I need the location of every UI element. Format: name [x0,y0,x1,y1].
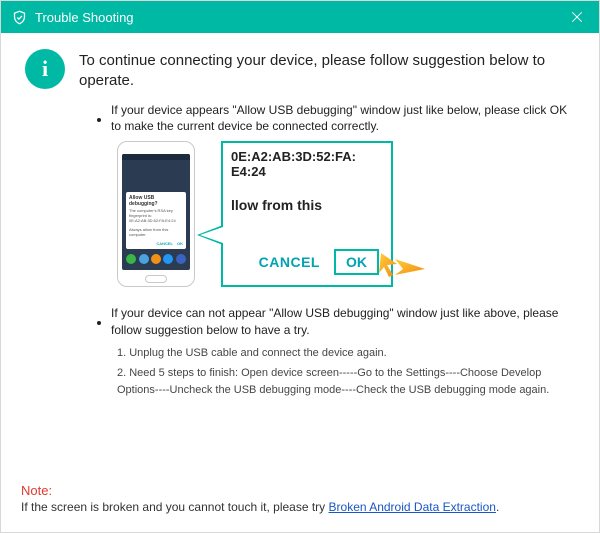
phone-home-button [145,275,167,283]
phone-dock [122,251,190,267]
intro-text: To continue connecting your device, plea… [79,49,575,92]
step-1: 1. Unplug the USB cable and connect the … [117,345,575,362]
shield-icon [11,9,27,25]
note-block: Note: If the screen is broken and you ca… [21,483,579,514]
callout-pointer [197,225,223,245]
zoom-ok-button: OK [334,249,379,275]
zoom-cancel-button: CANCEL [259,254,320,270]
bullet-dot [97,321,101,325]
phone-statusbar [122,154,190,160]
instructions: If your device appears "Allow USB debugg… [97,102,575,136]
phone-dialog-ok: OK [177,242,183,247]
dock-app-1 [126,254,136,264]
broken-android-link[interactable]: Broken Android Data Extraction [329,500,496,514]
dialog-title: Trouble Shooting [35,10,565,25]
dock-app-4 [163,254,173,264]
info-icon: i [25,49,65,89]
steps: 1. Unplug the USB cable and connect the … [117,345,575,399]
bullet-2: If your device can not appear "Allow USB… [97,305,575,339]
phone-dialog-cancel: CANCEL [156,242,173,247]
phone-mock: Allow USB debugging? The computer's RSA … [117,141,195,287]
titlebar: Trouble Shooting [1,1,599,33]
zoom-mac-line1: 0E:A2:AB:3D:52:FA: [231,149,383,164]
dock-app-5 [176,254,186,264]
close-button[interactable] [565,5,589,29]
intro-row: i To continue connecting your device, pl… [25,49,575,92]
phone-dialog-title: Allow USB debugging? [129,195,183,207]
note-label: Note: [21,483,579,498]
dock-app-2 [139,254,149,264]
instructions-2: If your device can not appear "Allow USB… [97,305,575,339]
phone-dialog: Allow USB debugging? The computer's RSA … [126,192,186,249]
content-area: i To continue connecting your device, pl… [1,33,599,410]
zoom-dialog: 0E:A2:AB:3D:52:FA: E4:24 llow from this … [221,141,393,287]
illustration: Allow USB debugging? The computer's RSA … [117,141,575,287]
note-text-before: If the screen is broken and you cannot t… [21,500,329,514]
zoom-mac-line2: E4:24 [231,164,383,179]
dock-app-3 [151,254,161,264]
phone-dialog-line3: 0E:A2:AB:3D:52:FA:E4:24 [129,218,176,223]
arrow-cursor-icon [379,253,425,279]
bullet-1-text: If your device appears "Allow USB debugg… [111,102,575,136]
note-text: If the screen is broken and you cannot t… [21,500,579,514]
close-icon [569,9,585,25]
bullet-dot [97,118,101,122]
bullet-2-text: If your device can not appear "Allow USB… [111,305,575,339]
note-text-after: . [496,500,499,514]
phone-dialog-checkbox: Always allow from this computer [129,227,168,237]
zoom-buttons: CANCEL OK [259,249,379,275]
phone-screen: Allow USB debugging? The computer's RSA … [122,154,190,270]
step-2: 2. Need 5 steps to finish: Open device s… [117,365,575,398]
bullet-1: If your device appears "Allow USB debugg… [97,102,575,136]
zoom-allow-text: llow from this [231,197,383,213]
